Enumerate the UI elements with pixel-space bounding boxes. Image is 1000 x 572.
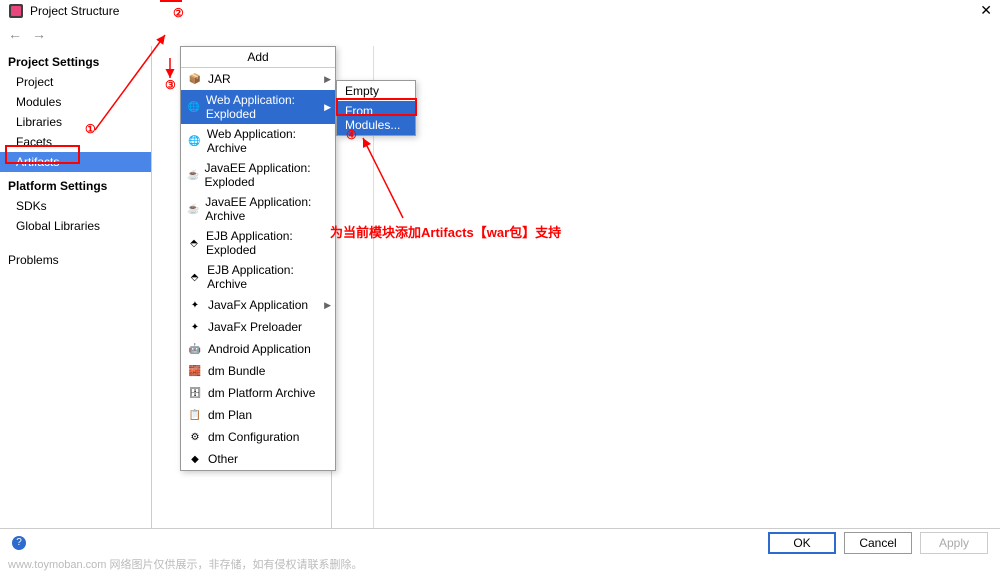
- detail-pane: [332, 46, 1000, 528]
- popup-item-label: EJB Application: Exploded: [206, 229, 329, 257]
- popup-item[interactable]: 🤖 Android Application: [181, 338, 335, 360]
- submenu-item[interactable]: From Modules...: [337, 101, 415, 135]
- popup-item[interactable]: ☕ JavaEE Application: Exploded: [181, 158, 335, 192]
- popup-item-label: EJB Application: Archive: [207, 263, 329, 291]
- sidebar-item-artifacts[interactable]: Artifacts: [0, 152, 151, 172]
- popup-item[interactable]: ✦ JavaFx Application ▶: [181, 294, 335, 316]
- popup-item[interactable]: 🧱 dm Bundle: [181, 360, 335, 382]
- chevron-right-icon: ▶: [324, 102, 331, 113]
- sidebar-item-sdks[interactable]: SDKs: [0, 196, 151, 216]
- web-icon: 🌐: [187, 99, 201, 115]
- add-popup-menu: Add 📦JAR▶🌐Web Application: Exploded▶🌐Web…: [180, 46, 336, 471]
- popup-item[interactable]: ✦ JavaFx Preloader: [181, 316, 335, 338]
- popup-item[interactable]: 📋 dm Plan: [181, 404, 335, 426]
- artifact-list-pane: Add 📦JAR▶🌐Web Application: Exploded▶🌐Web…: [152, 46, 332, 528]
- javafx-icon: ✦: [187, 319, 203, 335]
- jar-icon: 📦: [187, 71, 203, 87]
- forward-arrow[interactable]: →: [32, 26, 46, 42]
- popup-item-label: JavaFx Preloader: [208, 320, 302, 334]
- popup-item-label: dm Plan: [208, 408, 252, 422]
- popup-item-label: Android Application: [208, 342, 311, 356]
- popup-item[interactable]: 🗄 dm Platform Archive: [181, 382, 335, 404]
- archive-icon: 🗄: [187, 385, 203, 401]
- ejb-icon: ⬘: [187, 235, 201, 251]
- section-platform-settings: Platform Settings: [0, 176, 151, 196]
- sidebar-item-libraries[interactable]: Libraries: [0, 112, 151, 132]
- popup-item[interactable]: ☕ JavaEE Application: Archive: [181, 192, 335, 226]
- apply-button: Apply: [920, 532, 988, 554]
- android-icon: 🤖: [187, 341, 203, 357]
- javafx-icon: ✦: [187, 297, 203, 313]
- popup-header: Add: [181, 47, 335, 68]
- window-title: Project Structure: [30, 4, 119, 18]
- javaee-icon: ☕: [187, 167, 200, 183]
- help-icon[interactable]: ?: [12, 536, 26, 550]
- sidebar-item-modules[interactable]: Modules: [0, 92, 151, 112]
- submenu: EmptyFrom Modules...: [336, 80, 416, 136]
- watermark: www.toymoban.com 网络图片仅供展示，非存储，如有侵权请联系删除。: [0, 556, 1000, 572]
- popup-item[interactable]: ⬘ EJB Application: Archive: [181, 260, 335, 294]
- ejb-icon: ⬘: [187, 269, 202, 285]
- other-icon: ◆: [187, 451, 203, 467]
- ok-button[interactable]: OK: [768, 532, 836, 554]
- config-icon: ⚙: [187, 429, 203, 445]
- popup-item-label: Web Application: Exploded: [206, 93, 329, 121]
- popup-item-label: Other: [208, 452, 238, 466]
- section-project-settings: Project Settings: [0, 52, 151, 72]
- plan-icon: 📋: [187, 407, 203, 423]
- chevron-right-icon: ▶: [324, 74, 331, 85]
- web-icon: 🌐: [187, 133, 202, 149]
- cancel-button[interactable]: Cancel: [844, 532, 912, 554]
- popup-item[interactable]: 📦 JAR ▶: [181, 68, 335, 90]
- sidebar: Project Settings ProjectModulesLibraries…: [0, 46, 152, 528]
- popup-item[interactable]: 🌐 Web Application: Archive: [181, 124, 335, 158]
- close-icon[interactable]: ✕: [980, 2, 992, 19]
- bundle-icon: 🧱: [187, 363, 203, 379]
- add-button[interactable]: +: [160, 0, 182, 2]
- popup-item-label: JavaEE Application: Archive: [205, 195, 329, 223]
- submenu-item[interactable]: Empty: [337, 81, 415, 101]
- sidebar-item-problems[interactable]: Problems: [0, 250, 151, 270]
- popup-item-label: JavaEE Application: Exploded: [205, 161, 330, 189]
- javaee-icon: ☕: [187, 201, 200, 217]
- popup-item-label: dm Bundle: [208, 364, 265, 378]
- app-icon: [8, 3, 24, 19]
- popup-item[interactable]: 🌐 Web Application: Exploded▶: [181, 90, 335, 124]
- popup-item-label: dm Platform Archive: [208, 386, 315, 400]
- popup-item-label: dm Configuration: [208, 430, 299, 444]
- sidebar-item-facets[interactable]: Facets: [0, 132, 151, 152]
- back-arrow[interactable]: ←: [8, 26, 22, 42]
- popup-item-label: Web Application: Archive: [207, 127, 329, 155]
- popup-item-label: JavaFx Application: [208, 298, 308, 312]
- sidebar-item-project[interactable]: Project: [0, 72, 151, 92]
- sidebar-item-global-libraries[interactable]: Global Libraries: [0, 216, 151, 236]
- popup-item[interactable]: ⚙ dm Configuration: [181, 426, 335, 448]
- popup-item[interactable]: ◆ Other: [181, 448, 335, 470]
- chevron-right-icon: ▶: [324, 300, 331, 311]
- popup-item[interactable]: ⬘ EJB Application: Exploded: [181, 226, 335, 260]
- popup-item-label: JAR: [208, 72, 231, 86]
